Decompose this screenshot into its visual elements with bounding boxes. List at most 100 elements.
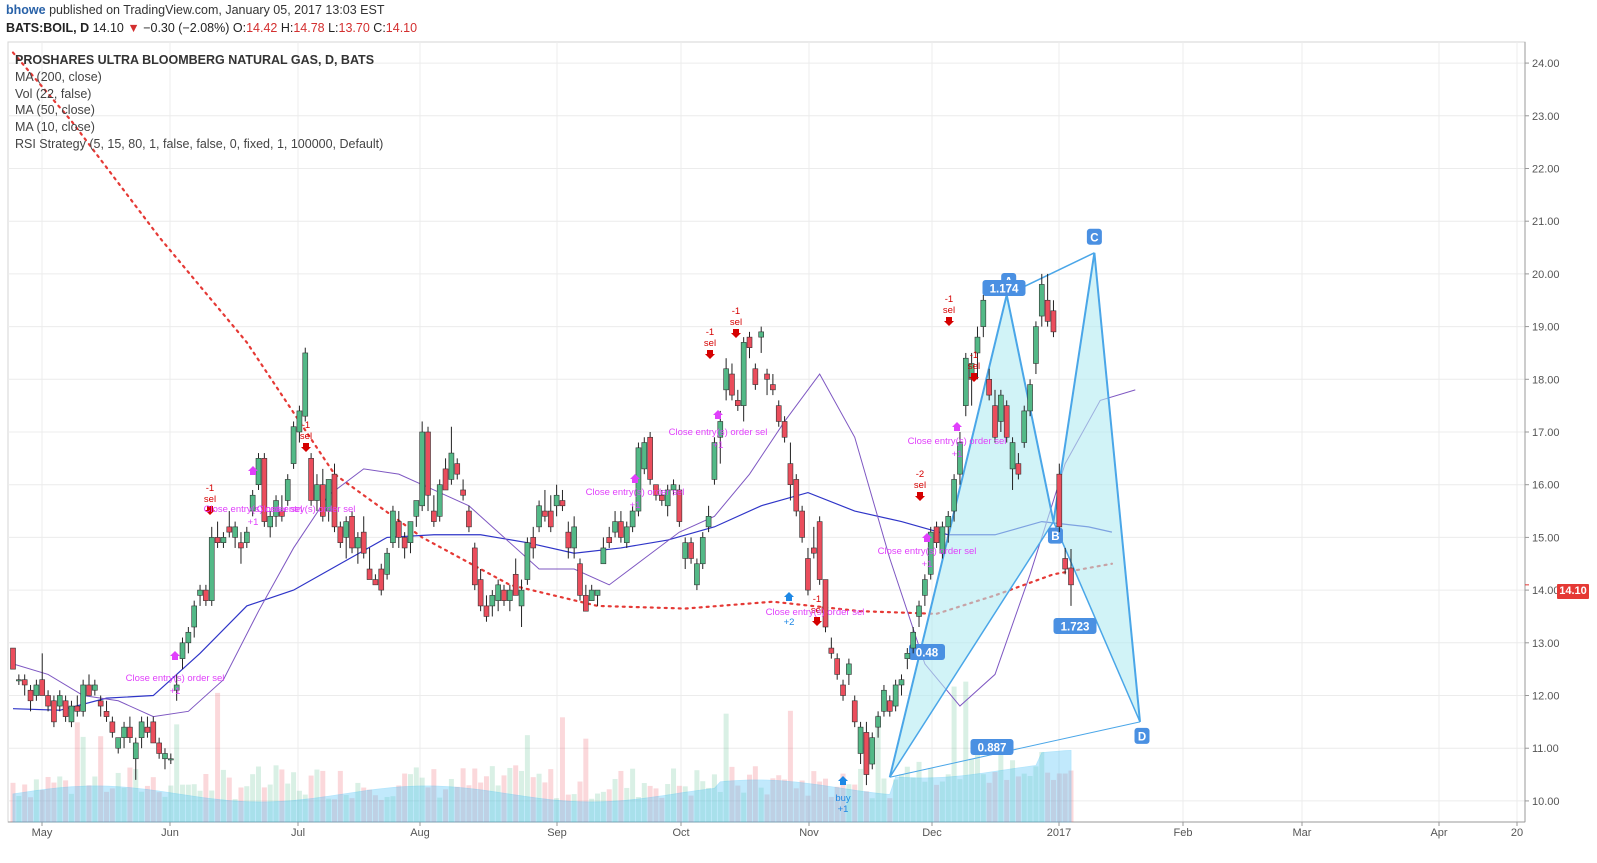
- candle-body: [1003, 405, 1010, 438]
- candle: [1056, 463, 1063, 533]
- candle-body: [431, 510, 437, 522]
- candle-body: [770, 384, 776, 391]
- candle-body: [238, 542, 244, 549]
- down-arrow-icon: ▼: [127, 21, 140, 35]
- candle-body: [904, 653, 911, 659]
- x-tick-label: Sep: [547, 827, 567, 839]
- sell-signal-label: sel: [704, 338, 716, 349]
- y-tick-label: 14.00: [1532, 585, 1560, 597]
- low-label: L:: [328, 21, 339, 35]
- sell-qty-label: -1: [970, 350, 978, 361]
- x-tick-label: Apr: [1430, 827, 1447, 839]
- candle-body: [314, 484, 320, 501]
- legend-item-ma10[interactable]: MA (10, close): [15, 119, 383, 136]
- sell-qty-label: -1: [732, 306, 740, 317]
- sell-signal-label: sel: [914, 480, 926, 491]
- candle-body: [682, 542, 689, 559]
- candle: [255, 453, 262, 490]
- legend-item-vol[interactable]: Vol (22, false): [15, 86, 383, 103]
- ratio-xb-label-text: 0.48: [916, 648, 939, 660]
- candle-body: [910, 631, 916, 649]
- legend-item-ma50[interactable]: MA (50, close): [15, 102, 383, 119]
- candle-body: [45, 695, 51, 707]
- candle-body: [688, 542, 694, 559]
- candle-body: [436, 484, 443, 517]
- sell-qty-label: -1: [813, 594, 821, 605]
- candle-body: [477, 579, 484, 607]
- candle-body: [559, 500, 566, 507]
- candle-body: [92, 684, 98, 691]
- candle-body: [980, 299, 987, 327]
- candle-body: [699, 537, 706, 565]
- close-qty-label: +1: [952, 449, 963, 460]
- candle-body: [185, 631, 192, 644]
- candle: [822, 579, 829, 633]
- sell-qty-label: -1: [706, 327, 714, 338]
- candle-body: [612, 521, 618, 533]
- candle-body: [577, 563, 583, 596]
- candle-body: [805, 558, 811, 591]
- last-price-tag: 14.10: [1557, 584, 1589, 599]
- candle-body: [588, 589, 595, 601]
- legend-item-rsi-strategy[interactable]: RSI Strategy (5, 15, 80, 1, false, false…: [15, 136, 383, 153]
- y-tick-label: 20.00: [1532, 269, 1560, 281]
- candle-body: [360, 531, 367, 554]
- candle-body: [857, 726, 864, 754]
- candle-body: [267, 516, 273, 528]
- sell-signal-label: sel: [968, 361, 980, 372]
- candle: [1027, 379, 1033, 417]
- candle-body: [1044, 299, 1051, 322]
- close-qty-label: +1: [713, 440, 724, 451]
- candle-body: [115, 737, 122, 749]
- candle: [390, 505, 396, 548]
- candle-body: [571, 526, 577, 549]
- low-value: 13.70: [338, 21, 370, 35]
- point-b-label-text: B: [1051, 531, 1059, 543]
- candle-body: [226, 526, 233, 533]
- candle-body: [489, 595, 496, 607]
- candle-body: [1009, 442, 1016, 470]
- candle-body: [986, 378, 992, 396]
- candle-body: [752, 368, 759, 385]
- candle: [208, 526, 215, 606]
- candle-body: [875, 716, 881, 728]
- close-qty-label: +1: [922, 559, 933, 570]
- candle-body: [39, 679, 46, 696]
- close-label: C:: [373, 21, 386, 35]
- close-qty-label: +1: [630, 500, 641, 511]
- candle-body: [471, 547, 478, 586]
- candle-body: [834, 658, 840, 675]
- open-label: O:: [232, 21, 247, 35]
- candle: [290, 421, 297, 469]
- candle-body: [168, 758, 174, 761]
- candle-body: [255, 458, 262, 486]
- candle: [641, 437, 648, 475]
- candle-body: [781, 421, 788, 438]
- candle-body: [372, 579, 379, 586]
- candle-body: [793, 479, 800, 512]
- candle-body: [705, 516, 712, 528]
- candle-body: [21, 679, 28, 686]
- legend-item-ma200[interactable]: MA (200, close): [15, 69, 383, 86]
- candle-body: [565, 531, 572, 549]
- author-name[interactable]: bhowe: [6, 3, 46, 17]
- close-value: 14.10: [385, 21, 418, 35]
- point-b-label: B: [1047, 527, 1063, 544]
- close-order-label: Close entry(s) order sel: [126, 673, 225, 684]
- point-c-label-text: C: [1090, 232, 1098, 244]
- candle-body: [395, 521, 402, 538]
- candle: [331, 463, 338, 533]
- candle-body: [1062, 558, 1068, 570]
- candle-body: [349, 516, 355, 549]
- sell-signal-label: sel: [300, 431, 312, 442]
- candle-body: [308, 458, 314, 501]
- candle-body: [1038, 284, 1045, 317]
- candle-body: [208, 537, 215, 601]
- candle-body: [68, 705, 75, 723]
- y-tick-label: 21.00: [1532, 216, 1560, 228]
- candle-body: [425, 431, 431, 496]
- sell-signal-label: sel: [943, 305, 955, 316]
- candle-body: [343, 521, 349, 538]
- candle-body: [413, 500, 420, 517]
- y-tick-label: 24.00: [1532, 58, 1560, 70]
